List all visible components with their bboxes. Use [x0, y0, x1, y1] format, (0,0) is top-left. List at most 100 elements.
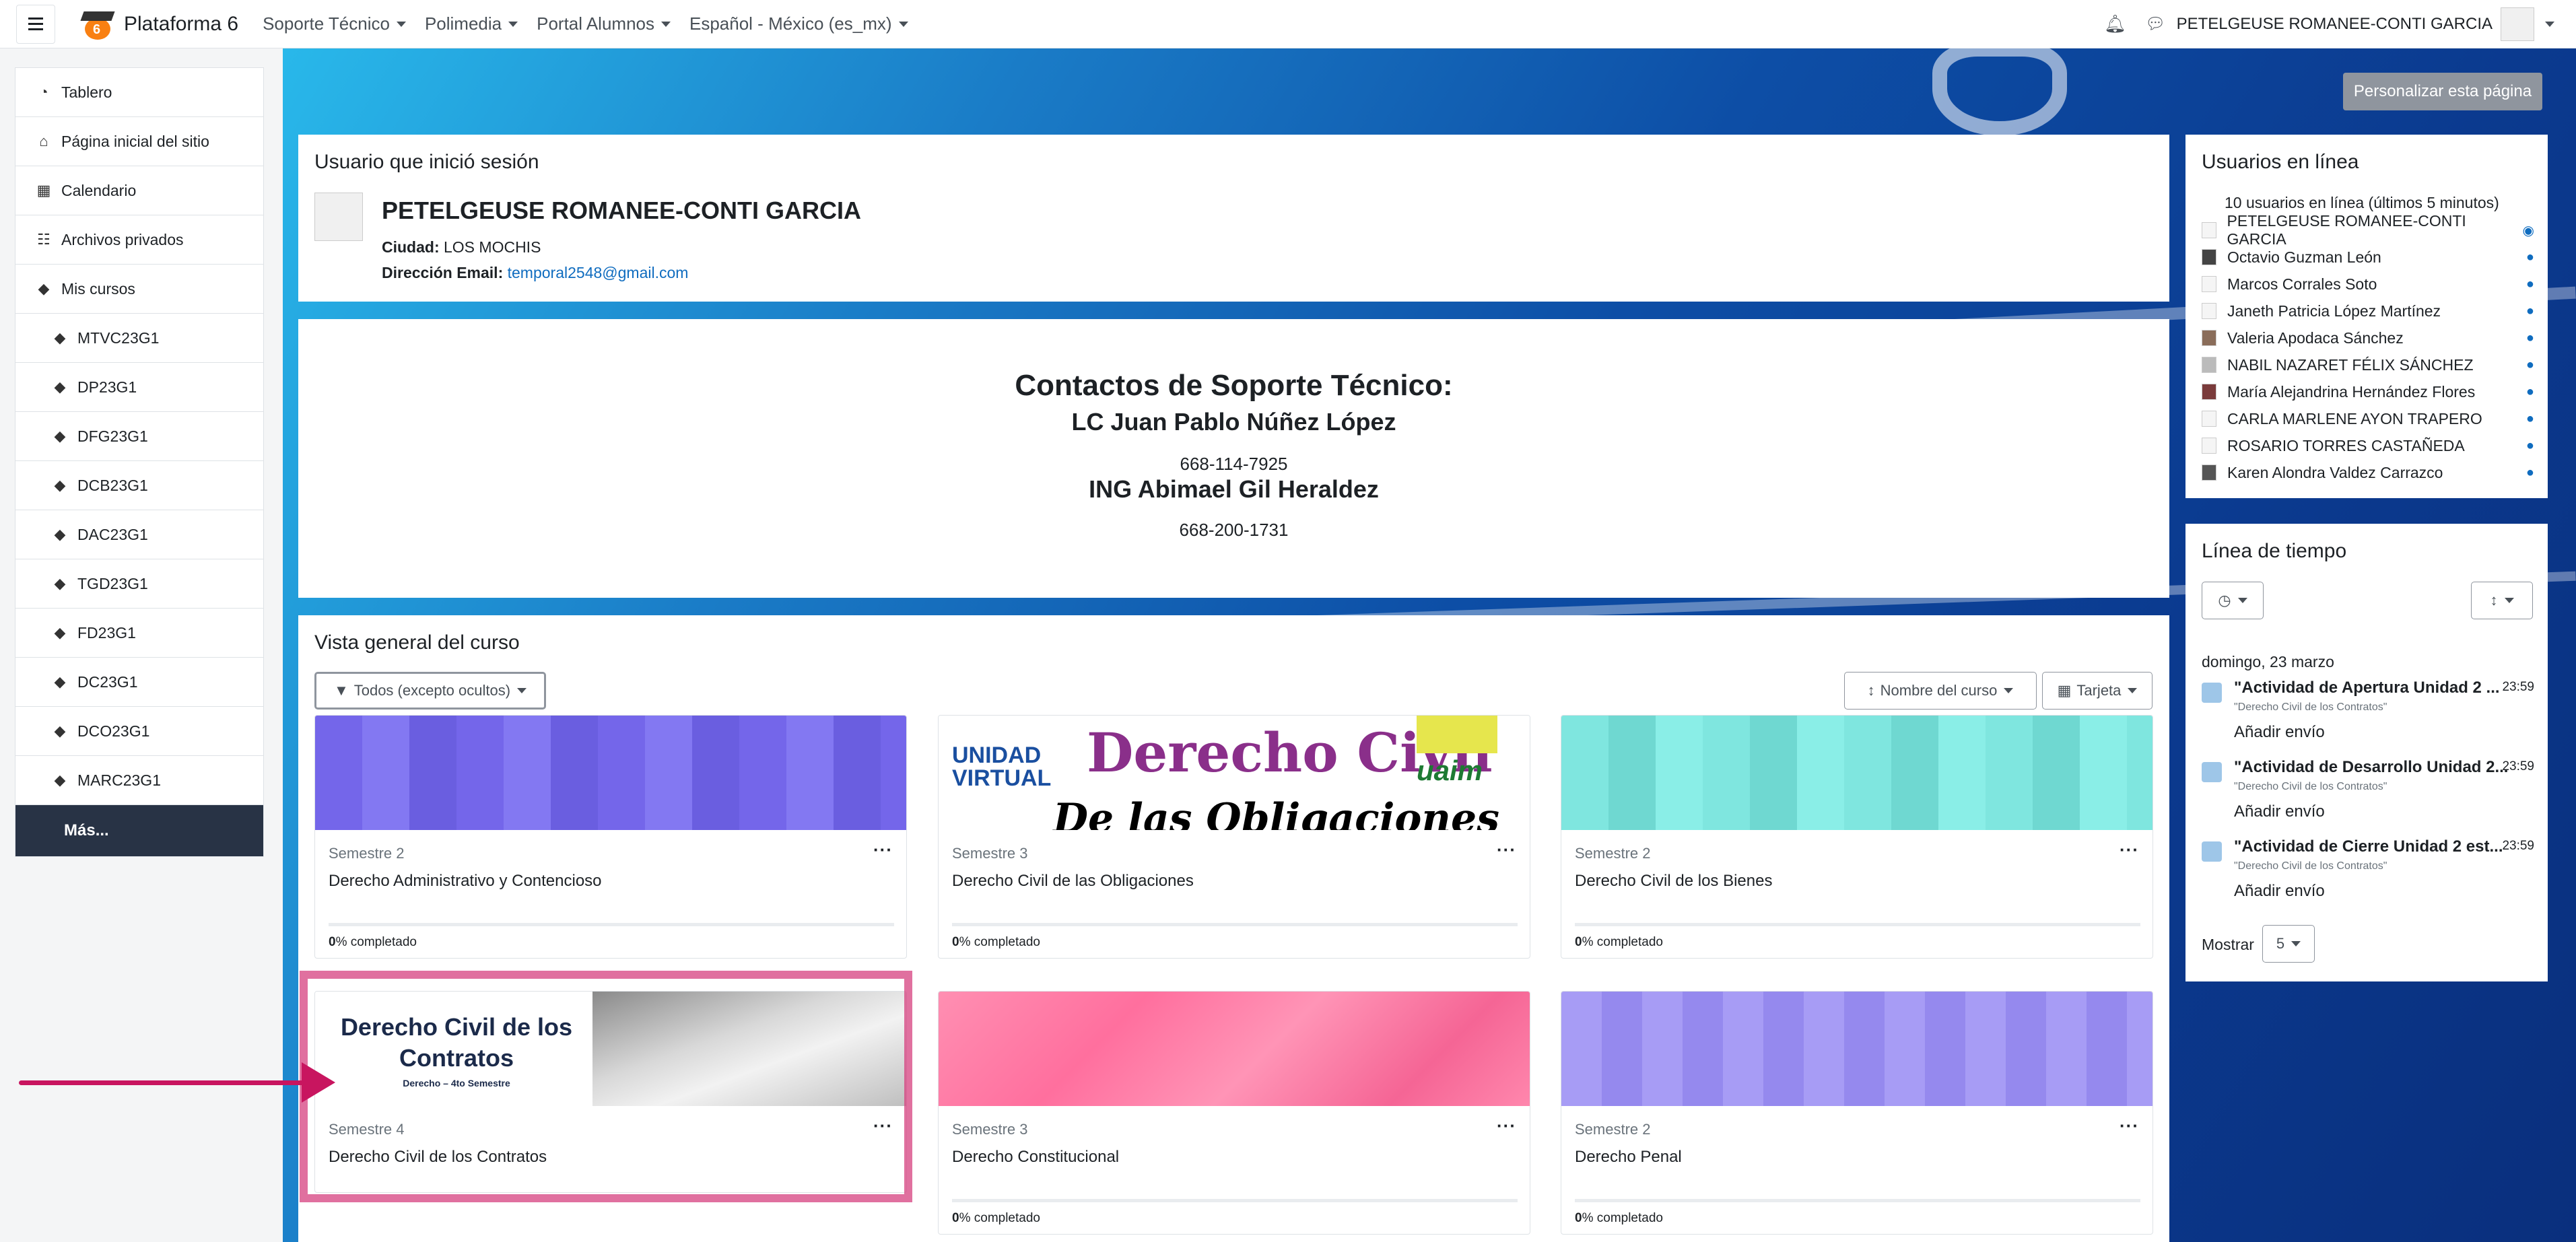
timeline-event-time: 23:59	[2502, 759, 2534, 773]
online-user[interactable]: ROSARIO TORRES CASTAÑEDA ●	[2202, 432, 2534, 459]
site-logo-icon[interactable]: 6	[80, 9, 115, 40]
course-card[interactable]: Semestre 2 ··· Derecho Administrativo y …	[314, 715, 907, 959]
course-image[interactable]: UNIDAD VIRTUAL Derecho Civil De las Oblig…	[939, 716, 1530, 830]
drawer-more-button[interactable]: Más...	[15, 805, 263, 856]
course-image[interactable]	[1561, 716, 2153, 830]
timeline-event-name[interactable]: "Actividad de Desarrollo Unidad 2...	[2234, 758, 2508, 777]
course-name[interactable]: Derecho Administrativo y Contencioso	[329, 872, 602, 891]
user-avatar[interactable]	[2501, 7, 2534, 41]
chat-icon[interactable]: 💬︎	[2145, 14, 2165, 34]
message-icon[interactable]: ●	[2526, 465, 2534, 481]
logged-user-block: Usuario que inició sesión PETELGEUSE ROM…	[298, 135, 2169, 302]
drawer-item-pagina-inicial[interactable]: ⌂ Página inicial del sitio	[15, 117, 263, 166]
message-icon[interactable]: ●	[2526, 438, 2534, 454]
site-name[interactable]: Plataforma 6	[124, 13, 238, 36]
caret-down-icon	[2128, 688, 2138, 693]
eye-icon[interactable]: ◉	[2523, 222, 2534, 239]
menu-polimedia[interactable]: Polimedia	[425, 13, 518, 34]
message-icon[interactable]: ●	[2526, 277, 2534, 292]
course-progress-bar	[952, 1199, 1518, 1202]
drawer-course-dp23g1[interactable]: ◆ DP23G1	[15, 363, 263, 412]
hamburger-menu-icon[interactable]	[16, 4, 55, 44]
graduation-cap-icon: ◆	[54, 477, 66, 493]
course-name[interactable]: Derecho Penal	[1575, 1148, 1682, 1167]
timeline-show-dropdown[interactable]: 5	[2262, 925, 2315, 963]
course-card[interactable]: UNIDAD VIRTUAL Derecho Civil De las Oblig…	[938, 715, 1530, 959]
menu-language[interactable]: Español - México (es_mx)	[689, 13, 908, 34]
timeline-filter-dropdown[interactable]: ◷	[2202, 582, 2264, 619]
course-name[interactable]: Derecho Civil de las Obligaciones	[952, 872, 1194, 891]
menu-soporte-tecnico[interactable]: Soporte Técnico	[263, 13, 406, 34]
drawer-item-calendario[interactable]: ▦ Calendario	[15, 166, 263, 215]
timeline-event: "Actividad de Desarrollo Unidad 2... 23:…	[2202, 758, 2534, 832]
caret-down-icon	[508, 21, 518, 27]
course-card[interactable]: Semestre 3 ··· Derecho Constitucional 0%…	[938, 991, 1530, 1235]
course-progress-text: 0% completado	[952, 935, 1040, 949]
avatar	[2202, 438, 2216, 454]
drawer-course-marc23g1[interactable]: ◆ MARC23G1	[15, 756, 263, 805]
drawer-course-mtvc23g1[interactable]: ◆ MTVC23G1	[15, 314, 263, 363]
course-sort-dropdown[interactable]: ↕ Nombre del curso	[1844, 672, 2037, 710]
message-icon[interactable]: ●	[2526, 384, 2534, 400]
navbar-user-name[interactable]: PETELGEUSE ROMANEE-CONTI GARCIA	[2177, 15, 2493, 34]
course-card[interactable]: Semestre 2 ··· Derecho Penal 0% completa…	[1561, 991, 2153, 1235]
user-email: Dirección Email: temporal2548@gmail.com	[382, 264, 689, 281]
course-image[interactable]	[939, 992, 1530, 1106]
filter-icon: ▼	[333, 682, 349, 699]
online-user[interactable]: Janeth Patricia López Martínez ●	[2202, 298, 2534, 324]
course-menu-icon[interactable]: ···	[2120, 1115, 2139, 1136]
add-submission-link[interactable]: Añadir envío	[2234, 723, 2325, 742]
tachometer-icon: ◔	[39, 83, 48, 100]
course-menu-icon[interactable]: ···	[1497, 1115, 1516, 1136]
online-user[interactable]: PETELGEUSE ROMANEE-CONTI GARCIA ◉	[2202, 212, 2534, 248]
course-semester: Semestre 2	[329, 845, 405, 862]
message-icon[interactable]: ●	[2526, 250, 2534, 265]
drawer-item-mis-cursos[interactable]: ◆ Mis cursos	[15, 265, 263, 314]
grid-icon: ▦	[2057, 682, 2072, 699]
drawer-course-dfg23g1[interactable]: ◆ DFG23G1	[15, 412, 263, 461]
course-name[interactable]: Derecho Civil de los Bienes	[1575, 872, 1772, 891]
timeline-event-name[interactable]: "Actividad de Cierre Unidad 2 est...	[2234, 837, 2503, 856]
online-user[interactable]: NABIL NAZARET FÉLIX SÁNCHEZ ●	[2202, 351, 2534, 378]
message-icon[interactable]: ●	[2526, 331, 2534, 346]
course-progress-text: 0% completado	[952, 1211, 1040, 1225]
online-user[interactable]: Karen Alondra Valdez Carrazco ●	[2202, 459, 2534, 486]
user-profile-picture[interactable]	[314, 193, 363, 241]
menu-portal-alumnos[interactable]: Portal Alumnos	[537, 13, 671, 34]
course-image[interactable]	[315, 716, 906, 830]
message-icon[interactable]: ●	[2526, 411, 2534, 427]
course-semester: Semestre 2	[1575, 845, 1651, 862]
online-user[interactable]: CARLA MARLENE AYON TRAPERO ●	[2202, 405, 2534, 432]
caret-down-icon	[396, 21, 406, 27]
course-image[interactable]	[1561, 992, 2153, 1106]
drawer-course-tgd23g1[interactable]: ◆ TGD23G1	[15, 559, 263, 609]
timeline-event-name[interactable]: "Actividad de Apertura Unidad 2 ...	[2234, 679, 2500, 697]
message-icon[interactable]: ●	[2526, 304, 2534, 319]
bell-icon[interactable]: 🔔︎	[2104, 13, 2126, 34]
drawer-item-archivos-privados[interactable]: ☷ Archivos privados	[15, 215, 263, 265]
course-menu-icon[interactable]: ···	[1497, 839, 1516, 860]
drawer-course-dac23g1[interactable]: ◆ DAC23G1	[15, 510, 263, 559]
logged-user-name[interactable]: PETELGEUSE ROMANEE-CONTI GARCIA	[382, 197, 861, 225]
online-user[interactable]: María Alejandrina Hernández Flores ●	[2202, 378, 2534, 405]
timeline-sort-dropdown[interactable]: ↕	[2471, 582, 2533, 619]
drawer-course-fd23g1[interactable]: ◆ FD23G1	[15, 609, 263, 658]
customize-page-button[interactable]: Personalizar esta página	[2343, 73, 2542, 110]
drawer-course-dcb23g1[interactable]: ◆ DCB23G1	[15, 461, 263, 510]
drawer-course-dc23g1[interactable]: ◆ DC23G1	[15, 658, 263, 707]
course-menu-icon[interactable]: ···	[2120, 839, 2139, 860]
course-name[interactable]: Derecho Constitucional	[952, 1148, 1119, 1167]
add-submission-link[interactable]: Añadir envío	[2234, 802, 2325, 821]
course-view-dropdown[interactable]: ▦ Tarjeta	[2042, 672, 2153, 710]
online-user[interactable]: Valeria Apodaca Sánchez ●	[2202, 324, 2534, 351]
online-user[interactable]: Marcos Corrales Soto ●	[2202, 271, 2534, 298]
drawer-course-dco23g1[interactable]: ◆ DCO23G1	[15, 707, 263, 756]
message-icon[interactable]: ●	[2526, 357, 2534, 373]
add-submission-link[interactable]: Añadir envío	[2234, 882, 2325, 901]
drawer-item-tablero[interactable]: ◔ Tablero	[15, 68, 263, 117]
course-menu-icon[interactable]: ···	[873, 839, 893, 860]
course-filter-dropdown[interactable]: ▼ Todos (excepto ocultos)	[314, 672, 546, 710]
graduation-cap-icon: ◆	[38, 280, 50, 297]
user-menu-caret-icon[interactable]	[2545, 21, 2554, 27]
course-card[interactable]: Semestre 2 ··· Derecho Civil de los Bien…	[1561, 715, 2153, 959]
